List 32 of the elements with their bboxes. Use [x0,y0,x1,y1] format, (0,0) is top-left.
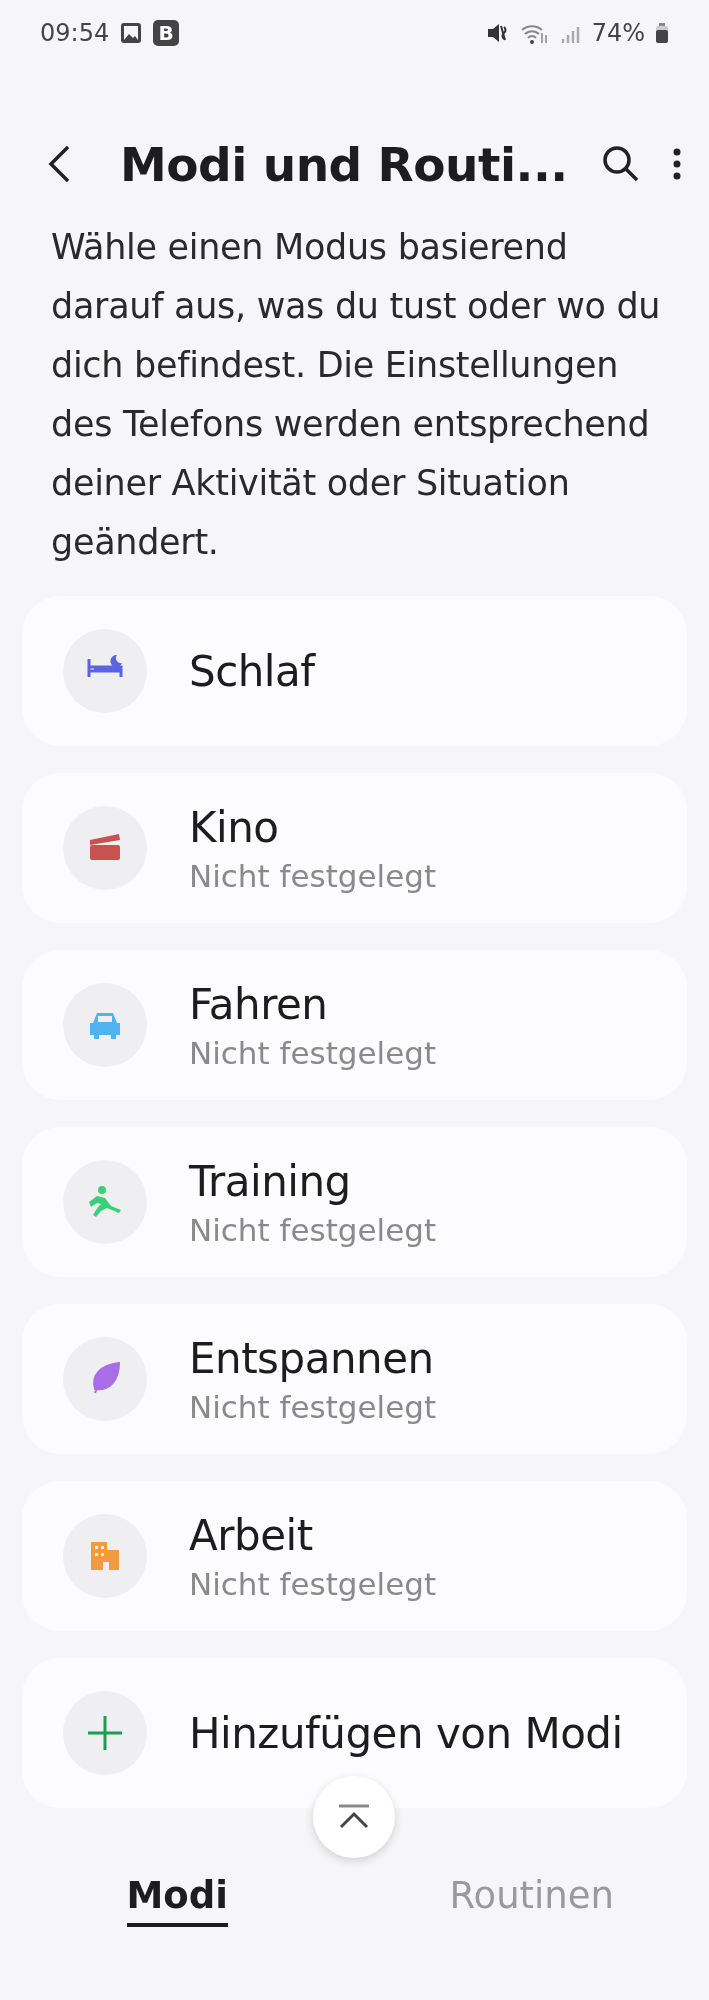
scroll-to-top-button[interactable] [313,1776,395,1858]
mode-card[interactable]: Schlaf [22,596,687,746]
battery-percentage: 74% [591,19,645,47]
back-icon [46,144,72,184]
mode-card[interactable]: Arbeit Nicht festgelegt [22,1481,687,1631]
more-icon [673,148,681,180]
description-text: Wähle einen Modus basierend darauf aus, was du tust oder wo du dich befindest. Die Einstellungen des Telefons werden entsprechend deiner Aktivität oder Situation geändert. [51,226,662,564]
mode-status: Nicht festgelegt [189,1565,437,1602]
image-icon [119,21,144,45]
battery-icon [655,21,669,45]
mode-status: Nicht festgelegt [189,1211,437,1248]
page-title: Modi und Routi... [120,136,569,192]
mode-status: Nicht festgelegt [189,1388,437,1425]
mode-card[interactable]: Fahren Nicht festgelegt [22,950,687,1100]
status-time: 09:54 [40,19,110,47]
mode-card[interactable]: Kino Nicht festgelegt [22,773,687,923]
mode-card[interactable]: Training Nicht festgelegt [22,1127,687,1277]
app-badge: B [153,20,180,46]
mode-title: Training [189,1156,352,1206]
mode-title: Schlaf [189,646,315,696]
search-icon [601,144,641,184]
mode-title: Arbeit [189,1510,314,1560]
plus-icon [85,1713,125,1753]
mode-title: Kino [189,802,280,852]
mode-status: Nicht festgelegt [189,1034,437,1071]
mode-title: Entspannen [189,1333,435,1383]
mode-title: Fahren [189,979,329,1029]
add-mode-card[interactable]: Hinzufügen von Modi [22,1658,687,1808]
mode-status: Nicht festgelegt [189,857,437,894]
mode-card[interactable]: Entspannen Nicht festgelegt [22,1304,687,1454]
bottom-tab[interactable]: Modi [0,1874,355,1927]
add-mode-label: Hinzufügen von Modi [189,1708,623,1758]
